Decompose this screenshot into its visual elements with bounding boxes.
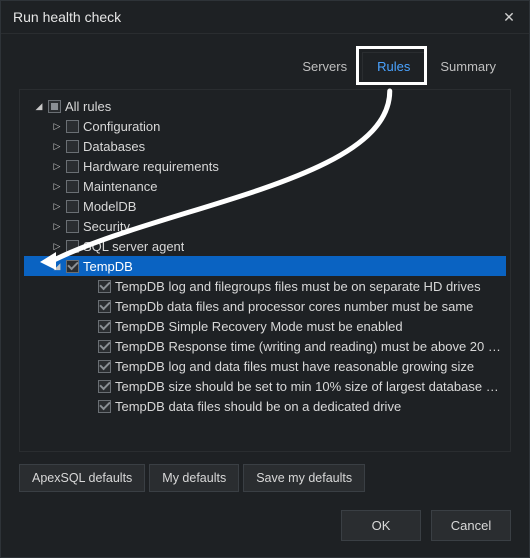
rules-tree: ◢All rules▷Configuration▷Databases▷Hardw… bbox=[19, 89, 511, 452]
tree-item-label: TempDB data files should be on a dedicat… bbox=[115, 399, 401, 414]
tree-item-label: TempDB Simple Recovery Mode must be enab… bbox=[115, 319, 403, 334]
titlebar: Run health check ✕ bbox=[1, 1, 529, 34]
tree-item-label: Configuration bbox=[83, 119, 160, 134]
dialog-button-row: OK Cancel bbox=[1, 500, 529, 557]
health-check-dialog: Run health check ✕ Servers Rules Summary… bbox=[0, 0, 530, 558]
close-icon[interactable]: ✕ bbox=[499, 7, 519, 27]
checkbox[interactable] bbox=[66, 180, 79, 193]
expand-icon[interactable]: ▷ bbox=[52, 141, 62, 151]
tree-category[interactable]: ▷ Maintenance bbox=[24, 176, 506, 196]
checkbox[interactable] bbox=[66, 260, 79, 273]
tree-rule[interactable]: TempDB Response time (writing and readin… bbox=[24, 336, 506, 356]
checkbox[interactable] bbox=[66, 140, 79, 153]
tab-servers[interactable]: Servers bbox=[287, 52, 362, 81]
tree-item-label: ModelDB bbox=[83, 199, 136, 214]
tree-item-label: TempDB bbox=[83, 259, 133, 274]
window-title: Run health check bbox=[13, 9, 121, 25]
tab-rules[interactable]: Rules bbox=[362, 52, 425, 81]
collapse-icon[interactable]: ◢ bbox=[52, 261, 62, 271]
tree-root-all-rules[interactable]: ◢ All rules bbox=[24, 96, 506, 116]
tree-category[interactable]: ▷ Hardware requirements bbox=[24, 156, 506, 176]
tree-category[interactable]: ▷ Configuration bbox=[24, 116, 506, 136]
expand-icon[interactable]: ▷ bbox=[52, 181, 62, 191]
my-defaults-button[interactable]: My defaults bbox=[149, 464, 239, 492]
tab-summary[interactable]: Summary bbox=[425, 52, 511, 81]
checkbox[interactable] bbox=[66, 220, 79, 233]
tree-item-label: Hardware requirements bbox=[83, 159, 219, 174]
checkbox[interactable] bbox=[98, 280, 111, 293]
tree-rule[interactable]: TempDb data files and processor cores nu… bbox=[24, 296, 506, 316]
tree-category[interactable]: ▷ ModelDB bbox=[24, 196, 506, 216]
checkbox[interactable] bbox=[66, 200, 79, 213]
expand-icon[interactable]: ▷ bbox=[52, 221, 62, 231]
checkbox[interactable] bbox=[66, 240, 79, 253]
tabs: Servers Rules Summary bbox=[1, 34, 529, 85]
tree-category[interactable]: ▷ SQL server agent bbox=[24, 236, 506, 256]
tree-rule[interactable]: TempDB size should be set to min 10% siz… bbox=[24, 376, 506, 396]
tree-category-tempdb[interactable]: ◢ TempDB bbox=[24, 256, 506, 276]
tree-item-label: Databases bbox=[83, 139, 145, 154]
ok-button[interactable]: OK bbox=[341, 510, 421, 541]
defaults-button-row: ApexSQL defaults My defaults Save my def… bbox=[1, 460, 529, 500]
apexsql-defaults-button[interactable]: ApexSQL defaults bbox=[19, 464, 145, 492]
checkbox[interactable] bbox=[66, 120, 79, 133]
tree-rule[interactable]: TempDB log and data files must have reas… bbox=[24, 356, 506, 376]
tree-item-label: All rules bbox=[65, 99, 111, 114]
tree-rule[interactable]: TempDB Simple Recovery Mode must be enab… bbox=[24, 316, 506, 336]
tree-item-label: TempDb data files and processor cores nu… bbox=[115, 299, 473, 314]
checkbox[interactable] bbox=[48, 100, 61, 113]
expand-icon[interactable]: ▷ bbox=[52, 201, 62, 211]
tree-rule[interactable]: TempDB data files should be on a dedicat… bbox=[24, 396, 506, 416]
tree-item-label: Maintenance bbox=[83, 179, 157, 194]
cancel-button[interactable]: Cancel bbox=[431, 510, 511, 541]
save-my-defaults-button[interactable]: Save my defaults bbox=[243, 464, 365, 492]
collapse-icon[interactable]: ◢ bbox=[34, 101, 44, 111]
expand-icon[interactable]: ▷ bbox=[52, 161, 62, 171]
tree-category[interactable]: ▷ Security bbox=[24, 216, 506, 236]
tree-rule[interactable]: TempDB log and filegroups files must be … bbox=[24, 276, 506, 296]
checkbox[interactable] bbox=[66, 160, 79, 173]
checkbox[interactable] bbox=[98, 320, 111, 333]
tree-category[interactable]: ▷ Databases bbox=[24, 136, 506, 156]
tree-item-label: TempDB size should be set to min 10% siz… bbox=[115, 379, 502, 394]
checkbox[interactable] bbox=[98, 380, 111, 393]
tree-item-label: SQL server agent bbox=[83, 239, 184, 254]
expand-icon[interactable]: ▷ bbox=[52, 121, 62, 131]
checkbox[interactable] bbox=[98, 300, 111, 313]
tree-item-label: Security bbox=[83, 219, 130, 234]
tree-item-label: TempDB Response time (writing and readin… bbox=[115, 339, 502, 354]
tree-item-label: TempDB log and filegroups files must be … bbox=[115, 279, 481, 294]
tree-item-label: TempDB log and data files must have reas… bbox=[115, 359, 474, 374]
checkbox[interactable] bbox=[98, 340, 111, 353]
checkbox[interactable] bbox=[98, 400, 111, 413]
expand-icon[interactable]: ▷ bbox=[52, 241, 62, 251]
checkbox[interactable] bbox=[98, 360, 111, 373]
